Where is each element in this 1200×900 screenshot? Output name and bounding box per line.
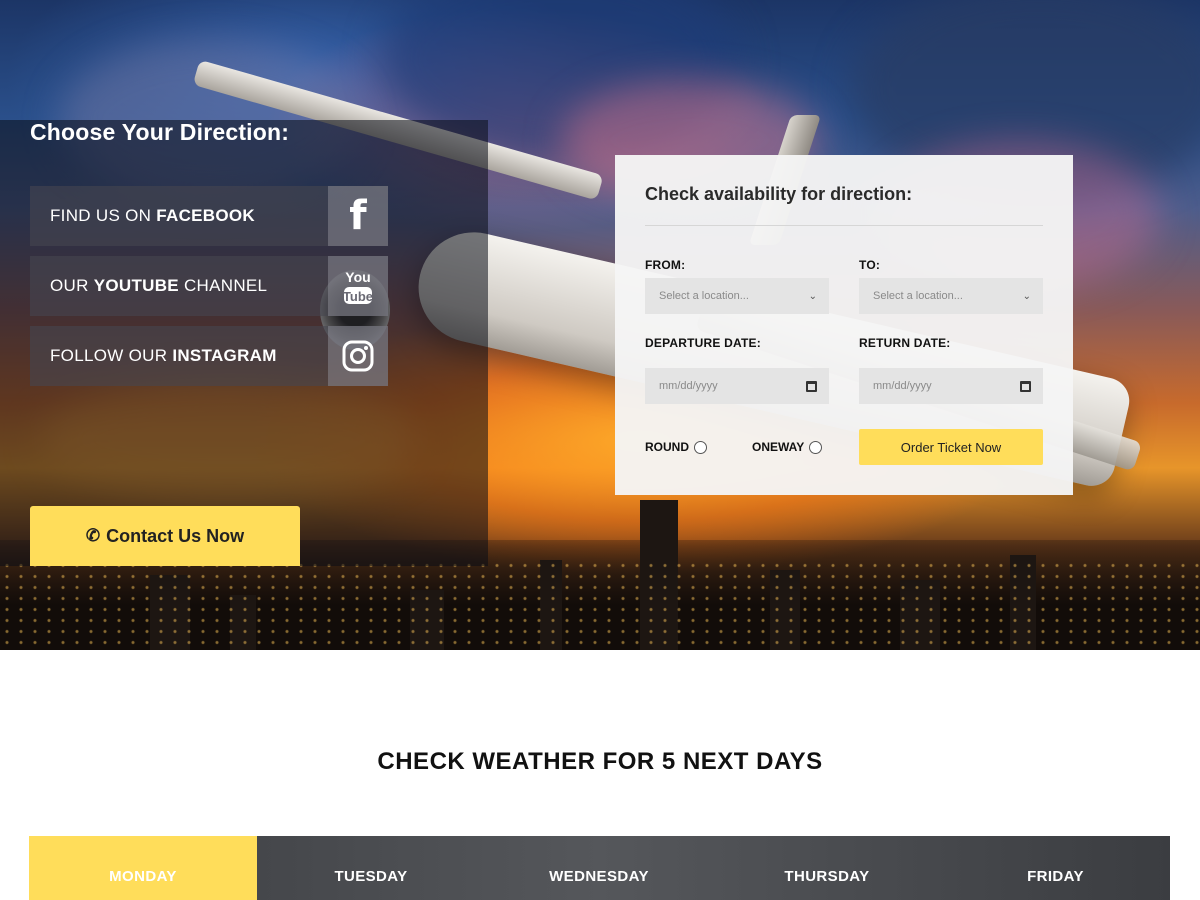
departure-date-input[interactable]: mm/dd/yyyy (645, 368, 829, 404)
tab-thursday[interactable]: THURSDAY (713, 836, 941, 900)
availability-title: Check availability for direction: (645, 184, 913, 204)
from-label: FROM: (645, 258, 686, 272)
phone-icon: ✆ (85, 526, 101, 545)
tab-monday[interactable]: MONDAY (29, 836, 257, 900)
to-label: TO: (859, 258, 881, 272)
return-date-label: RETURN DATE: (859, 336, 951, 350)
youtube-icon: You Tube (328, 256, 388, 316)
tab-friday[interactable]: FRIDAY (941, 836, 1170, 900)
instagram-icon (328, 326, 388, 386)
direction-title: Choose Your Direction: (30, 119, 290, 145)
availability-card: Check availability for direction: FROM: … (615, 155, 1073, 495)
tab-tuesday[interactable]: TUESDAY (257, 836, 485, 900)
youtube-link[interactable]: OUR YOUTUBE CHANNEL You Tube (30, 256, 388, 316)
instagram-link[interactable]: FOLLOW OUR INSTAGRAM (30, 326, 388, 386)
from-select[interactable]: Select a location... ⌄ (645, 278, 829, 314)
calendar-icon (806, 380, 817, 392)
chevron-down-icon: ⌄ (1022, 290, 1031, 302)
chevron-down-icon: ⌄ (808, 290, 817, 302)
to-select[interactable]: Select a location... ⌄ (859, 278, 1043, 314)
oneway-radio[interactable] (809, 440, 823, 454)
contact-us-button[interactable]: ✆ Contact Us Now (30, 506, 300, 566)
svg-text:You: You (345, 269, 370, 285)
tab-wednesday[interactable]: WEDNESDAY (485, 836, 713, 900)
round-option: ROUND (645, 440, 707, 454)
order-ticket-button[interactable]: Order Ticket Now (859, 429, 1043, 465)
departure-date-label: DEPARTURE DATE: (645, 336, 761, 350)
calendar-icon (1020, 380, 1031, 392)
return-date-input[interactable]: mm/dd/yyyy (859, 368, 1043, 404)
weather-title: CHECK WEATHER FOR 5 NEXT DAYS (377, 748, 823, 775)
svg-text:Tube: Tube (343, 289, 373, 304)
weather-day-tabs: MONDAY TUESDAY WEDNESDAY THURSDAY FRIDAY (29, 836, 1170, 900)
divider (645, 225, 1043, 226)
facebook-icon: f (328, 186, 388, 246)
round-radio[interactable] (694, 440, 707, 454)
oneway-option: ONEWAY (752, 440, 823, 454)
facebook-link[interactable]: FIND US ON FACEBOOK f (30, 186, 388, 246)
